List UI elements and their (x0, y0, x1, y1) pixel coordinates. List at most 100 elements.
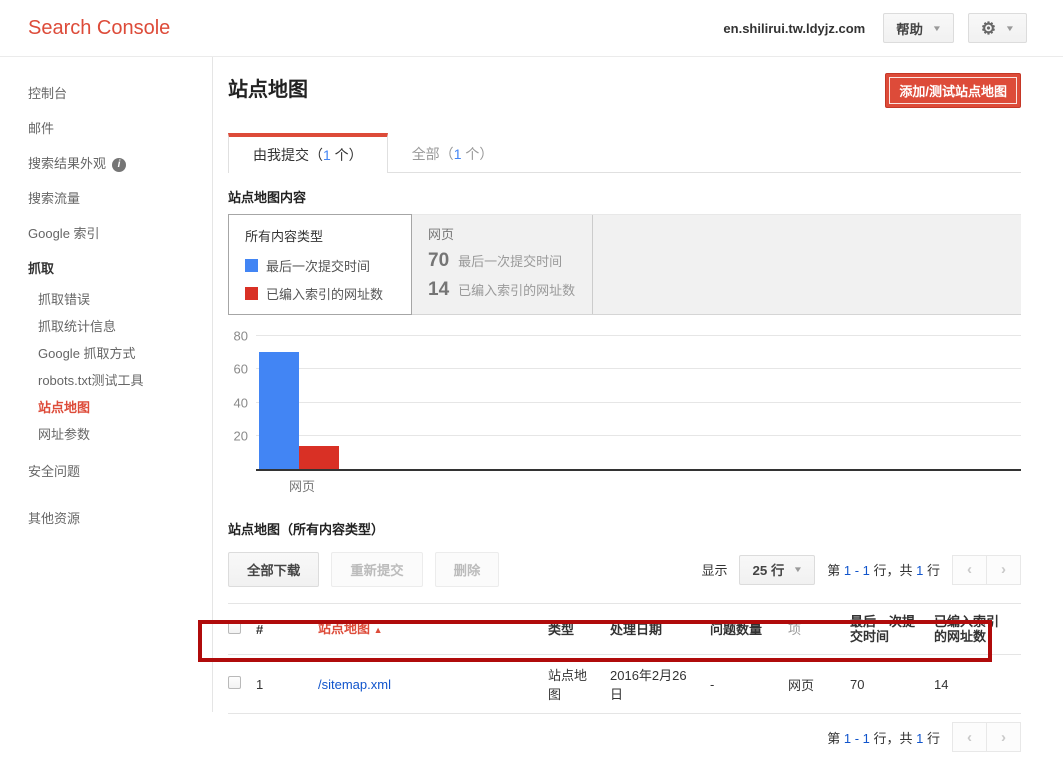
legend-item-indexed: 已编入索引的网址数 (245, 284, 395, 303)
pagination-text: 第 1 - 1 行，共 1 行 (827, 560, 940, 579)
pager-buttons: ‹ › (952, 722, 1021, 752)
col-num[interactable]: # (256, 604, 318, 655)
sidebar-item-crawl-errors[interactable]: 抓取错误 (0, 285, 212, 312)
sidebar-item-url-parameters[interactable]: 网址参数 (0, 420, 212, 447)
bar-submitted[interactable] (259, 352, 299, 469)
content-type-label: 网页 (428, 224, 592, 243)
col-type[interactable]: 类型 (548, 604, 610, 655)
cell-issues: - (710, 655, 788, 714)
stat-value: 14 (428, 279, 449, 301)
gear-icon: ⚙ (981, 20, 996, 37)
pg-part: 第 (827, 731, 844, 746)
stat-submitted: 70 最后一次提交时间 (428, 250, 592, 272)
content-type-card-web[interactable]: 网页 70 最后一次提交时间 14 已编入索引的网址数 (412, 215, 593, 314)
add-test-sitemap-button[interactable]: 添加/测试站点地图 (885, 73, 1021, 108)
tab-label: 个） (461, 146, 493, 162)
tab-label: 全部（ (412, 146, 454, 162)
next-page-button[interactable]: › (986, 722, 1021, 752)
settings-button[interactable]: ⚙ ▼ (968, 13, 1027, 43)
col-date[interactable]: 处理日期 (610, 604, 710, 655)
pg-part: 行 (923, 731, 940, 746)
top-header: Search Console en.shilirui.tw.ldyjz.com … (0, 0, 1063, 57)
chart-legend-box: 所有内容类型 最后一次提交时间 已编入索引的网址数 (228, 214, 412, 315)
x-category-label: 网页 (259, 476, 345, 495)
col-items[interactable]: 项 (788, 604, 850, 655)
stat-value: 70 (428, 250, 449, 272)
chevron-down-icon: ▼ (793, 565, 803, 574)
gridline (256, 435, 1021, 436)
main-content: 站点地图 添加/测试站点地图 由我提交（1 个） 全部（1 个） 站点地图内容 … (213, 57, 1063, 752)
prev-page-button[interactable]: ‹ (952, 722, 987, 752)
table-heading: 站点地图（所有内容类型） (228, 519, 1021, 538)
pg-part: 第 (827, 563, 844, 578)
sidebar-item-google-index[interactable]: Google 索引 (0, 215, 212, 250)
page-size-value: 25 行 (752, 560, 784, 579)
help-button[interactable]: 帮助 ▼ (883, 13, 954, 43)
col-last-submitted[interactable]: 最后一次提交时间 (850, 604, 934, 655)
tab-label: 个） (331, 147, 363, 163)
stat-label: 已编入索引的网址数 (458, 280, 575, 299)
info-icon[interactable]: i (112, 158, 126, 172)
page-size-dropdown[interactable]: 25 行 ▼ (739, 555, 815, 585)
display-label: 显示 (701, 560, 727, 579)
pagination-text: 第 1 - 1 行，共 1 行 (827, 728, 940, 747)
summary-strip: 所有内容类型 最后一次提交时间 已编入索引的网址数 网页 70 最后一次提交时间 (228, 214, 1021, 315)
help-button-label: 帮助 (896, 19, 923, 38)
tab-bar: 由我提交（1 个） 全部（1 个） (228, 132, 1021, 173)
sitemap-bar-chart: 80 60 40 20 (228, 335, 1021, 471)
cell-type: 站点地图 (548, 655, 610, 714)
tab-count: 1 (323, 147, 331, 163)
sitemaps-table: # 站点地图 ▲ 类型 处理日期 问题数量 项 最后一次提交时间 已编入索引的网… (228, 603, 1021, 714)
y-tick: 60 (234, 362, 248, 377)
y-tick: 20 (234, 429, 248, 444)
sidebar-item-robots-tester[interactable]: robots.txt测试工具 (0, 366, 212, 393)
pg-part: 行，共 (870, 731, 916, 746)
col-sitemap[interactable]: 站点地图 ▲ (318, 604, 548, 655)
sidebar-item-other-resources[interactable]: 其他资源 (0, 500, 212, 535)
sidebar-item-sitemaps[interactable]: 站点地图 (0, 393, 212, 420)
app-logo[interactable]: Search Console (28, 17, 170, 40)
pagination-controls-bottom: 第 1 - 1 行，共 1 行 ‹ › (228, 722, 1021, 752)
col-indexed[interactable]: 已编入索引的网址数 (934, 604, 1021, 655)
pg-range: 1 - 1 (844, 731, 870, 746)
col-sitemap-label: 站点地图 (318, 621, 370, 636)
resubmit-button[interactable]: 重新提交 (331, 552, 422, 587)
sidebar-item-messages[interactable]: 邮件 (0, 110, 212, 145)
cell-date: 2016年2月26日 (610, 655, 710, 714)
next-page-button[interactable]: › (986, 555, 1021, 585)
select-all-checkbox[interactable] (228, 621, 241, 634)
pager-buttons: ‹ › (952, 555, 1021, 585)
sidebar-item-fetch-as-google[interactable]: Google 抓取方式 (0, 339, 212, 366)
sitemap-link[interactable]: /sitemap.xml (318, 677, 391, 692)
pg-part: 行，共 (870, 563, 916, 578)
download-all-button[interactable]: 全部下载 (228, 552, 319, 587)
site-domain: en.shilirui.tw.ldyjz.com (723, 21, 865, 36)
stat-label: 最后一次提交时间 (458, 251, 562, 270)
sidebar-item-search-appearance[interactable]: 搜索结果外观i (0, 145, 212, 180)
prev-page-button[interactable]: ‹ (952, 555, 987, 585)
sidebar-item-search-traffic[interactable]: 搜索流量 (0, 180, 212, 215)
bar-indexed[interactable] (299, 446, 339, 469)
pg-part: 行 (923, 563, 940, 578)
table-controls: 全部下载 重新提交 删除 显示 25 行 ▼ 第 1 - 1 行，共 1 行 ‹… (228, 552, 1021, 587)
row-checkbox[interactable] (228, 676, 241, 689)
legend-item-submitted: 最后一次提交时间 (245, 256, 395, 275)
tab-all[interactable]: 全部（1 个） (388, 132, 518, 172)
sidebar: 控制台 邮件 搜索结果外观i 搜索流量 Google 索引 抓取 抓取错误 抓取… (0, 57, 213, 712)
gridline (256, 402, 1021, 403)
cell-num: 1 (256, 655, 318, 714)
col-issues[interactable]: 问题数量 (710, 604, 788, 655)
chevron-down-icon: ▼ (1005, 24, 1015, 33)
tab-by-me[interactable]: 由我提交（1 个） (228, 133, 388, 173)
page: Search Console en.shilirui.tw.ldyjz.com … (0, 0, 1063, 775)
y-tick: 40 (234, 396, 248, 411)
legend-label: 最后一次提交时间 (266, 256, 370, 275)
sidebar-item-crawl-stats[interactable]: 抓取统计信息 (0, 312, 212, 339)
sidebar-item-dashboard[interactable]: 控制台 (0, 75, 212, 110)
sidebar-item-crawl[interactable]: 抓取 (0, 250, 212, 285)
delete-button[interactable]: 删除 (435, 552, 500, 587)
sitemap-content-heading: 站点地图内容 (228, 187, 1021, 206)
cell-last-submitted: 70 (850, 655, 934, 714)
page-title: 站点地图 (228, 73, 308, 102)
sidebar-item-security-issues[interactable]: 安全问题 (0, 453, 212, 488)
